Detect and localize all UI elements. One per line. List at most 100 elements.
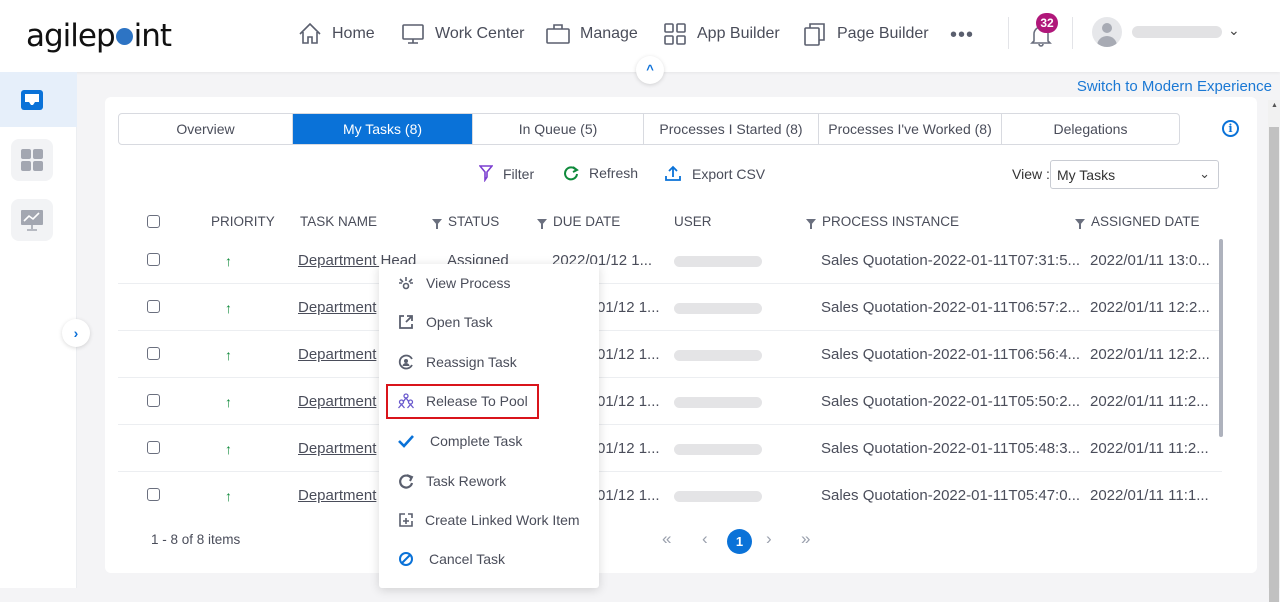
filter-icon xyxy=(479,165,493,182)
task-name-link[interactable]: Department xyxy=(298,393,376,410)
refresh-button[interactable]: Refresh xyxy=(563,165,638,181)
task-name-link[interactable]: Department xyxy=(298,440,376,457)
row-checkbox[interactable] xyxy=(147,394,160,407)
nav-page-builder[interactable]: Page Builder xyxy=(802,21,929,47)
task-name-text[interactable]: Department xyxy=(298,440,376,457)
user-name-redacted[interactable] xyxy=(1132,26,1222,38)
due-date-cell: 01/12 1... xyxy=(597,487,660,504)
cancel-icon xyxy=(397,550,415,568)
priority-high-icon: ↑ xyxy=(225,488,232,504)
expand-sidebar-button[interactable]: › xyxy=(62,319,90,347)
avatar[interactable] xyxy=(1092,17,1122,47)
menu-item-label: Cancel Task xyxy=(429,551,506,567)
priority-high-icon: ↑ xyxy=(225,441,232,457)
priority-high-icon: ↑ xyxy=(225,347,232,363)
more-menu-button[interactable]: ••• xyxy=(950,24,974,47)
row-checkbox[interactable] xyxy=(147,300,160,313)
nav-app-builder[interactable]: App Builder xyxy=(662,21,780,47)
sidebar-item-reports[interactable] xyxy=(0,192,77,247)
menu-item-release-to-pool[interactable]: Release To Pool xyxy=(379,383,599,417)
row-checkbox[interactable] xyxy=(147,441,160,454)
due-date-cell: 01/12 1... xyxy=(597,393,660,410)
tab-my-tasks[interactable]: My Tasks (8) xyxy=(293,114,473,144)
view-select-value: My Tasks xyxy=(1057,167,1116,183)
refresh-icon xyxy=(564,166,579,181)
collapse-header-button[interactable]: ^ xyxy=(636,56,664,84)
nav-work-center-label: Work Center xyxy=(435,25,525,42)
due-date-cell: 01/12 1... xyxy=(597,440,660,457)
row-checkbox[interactable] xyxy=(147,488,160,501)
task-name-link[interactable]: Department xyxy=(298,299,376,316)
task-name-link[interactable]: Department xyxy=(298,487,376,504)
row-checkbox[interactable] xyxy=(147,347,160,360)
menu-item-label: Complete Task xyxy=(430,433,523,449)
column-header-due-date[interactable]: DUE DATE xyxy=(537,214,620,229)
next-page-button[interactable]: › xyxy=(766,529,772,549)
previous-page-button[interactable]: ‹ xyxy=(702,529,708,549)
menu-item-create-linked-work-item[interactable]: Create Linked Work Item xyxy=(379,502,599,536)
export-csv-button[interactable]: Export CSV xyxy=(664,165,765,182)
scroll-up-icon[interactable]: ▲ xyxy=(1271,102,1278,109)
column-label: PRIORITY xyxy=(211,214,275,229)
task-name-text[interactable]: Department xyxy=(298,393,376,410)
tab-overview[interactable]: Overview xyxy=(119,114,293,144)
task-name-text[interactable]: Department xyxy=(298,487,376,504)
nav-manage[interactable]: Manage xyxy=(545,21,638,47)
switch-to-modern-link[interactable]: Switch to Modern Experience xyxy=(1077,78,1272,95)
column-filter-icon[interactable] xyxy=(537,218,547,229)
column-label: ASSIGNED DATE xyxy=(1091,214,1200,229)
user-menu-chevron-icon[interactable]: ⌄ xyxy=(1228,22,1240,39)
column-label: USER xyxy=(674,214,712,229)
task-name-text[interactable]: Department xyxy=(298,299,376,316)
menu-item-task-rework[interactable]: Task Rework xyxy=(379,463,599,497)
view-select[interactable]: My Tasks ⌄ xyxy=(1050,160,1219,189)
last-page-button[interactable]: » xyxy=(801,529,810,549)
divider xyxy=(1072,17,1073,49)
nav-home[interactable]: Home xyxy=(297,21,375,47)
agilepoint-logo[interactable]: agilep int xyxy=(26,18,172,54)
nav-work-center[interactable]: Work Center xyxy=(400,21,525,47)
assigned-date-cell: 2022/01/11 11:1... xyxy=(1090,487,1209,504)
page-number-current[interactable]: 1 xyxy=(727,529,752,554)
refresh-label: Refresh xyxy=(589,165,639,181)
column-filter-icon[interactable] xyxy=(1075,218,1085,229)
process-instance-cell: Sales Quotation-2022-01-11T06:56:4... xyxy=(821,346,1081,363)
tab-delegations[interactable]: Delegations xyxy=(1002,114,1179,144)
table-scrollbar[interactable] xyxy=(1219,239,1223,437)
assigned-date-cell: 2022/01/11 11:2... xyxy=(1090,393,1209,410)
column-header-user[interactable]: USER xyxy=(674,214,712,229)
column-filter-icon[interactable] xyxy=(432,218,442,229)
task-name-link[interactable]: Department xyxy=(298,346,376,363)
menu-item-open-task[interactable]: Open Task xyxy=(379,304,599,338)
task-name-text[interactable]: Department xyxy=(298,346,376,363)
page-scrollbar-thumb[interactable] xyxy=(1269,127,1279,602)
checkmark-icon xyxy=(397,432,415,450)
column-filter-icon[interactable] xyxy=(806,218,816,229)
menu-item-reassign-task[interactable]: Reassign Task xyxy=(379,344,599,378)
process-instance-cell: Sales Quotation-2022-01-11T06:57:2... xyxy=(821,299,1081,316)
menu-item-complete-task[interactable]: Complete Task xyxy=(379,423,599,457)
first-page-button[interactable]: « xyxy=(662,529,671,549)
sidebar-item-inbox[interactable] xyxy=(0,72,77,127)
task-context-menu: View Process Open Task Reassign Task Rel… xyxy=(379,264,599,588)
column-header-task-name[interactable]: TASK NAME xyxy=(300,214,377,229)
menu-item-view-process[interactable]: View Process xyxy=(379,265,599,299)
menu-item-cancel-task[interactable]: Cancel Task xyxy=(379,541,599,575)
info-icon[interactable]: i xyxy=(1222,120,1239,137)
select-all-checkbox[interactable] xyxy=(147,215,160,228)
nav-manage-label: Manage xyxy=(580,25,638,42)
sidebar-item-dashboard[interactable] xyxy=(0,132,77,187)
filter-label: Filter xyxy=(503,165,535,182)
row-checkbox[interactable] xyxy=(147,253,160,266)
column-header-assigned-date[interactable]: ASSIGNED DATE xyxy=(1075,214,1200,229)
tab-in-queue[interactable]: In Queue (5) xyxy=(473,114,644,144)
tab-processes-worked[interactable]: Processes I've Worked (8) xyxy=(819,114,1002,144)
column-header-status[interactable]: STATUS xyxy=(432,214,499,229)
dashboard-icon xyxy=(11,138,53,181)
page-scrollbar[interactable]: ▲ xyxy=(1268,100,1280,602)
column-header-priority[interactable]: PRIORITY xyxy=(211,214,275,229)
filter-button[interactable]: Filter xyxy=(479,165,534,182)
chart-monitor-icon xyxy=(11,198,53,241)
column-header-process-instance[interactable]: PROCESS INSTANCE xyxy=(806,214,959,229)
tab-processes-started[interactable]: Processes I Started (8) xyxy=(644,114,819,144)
